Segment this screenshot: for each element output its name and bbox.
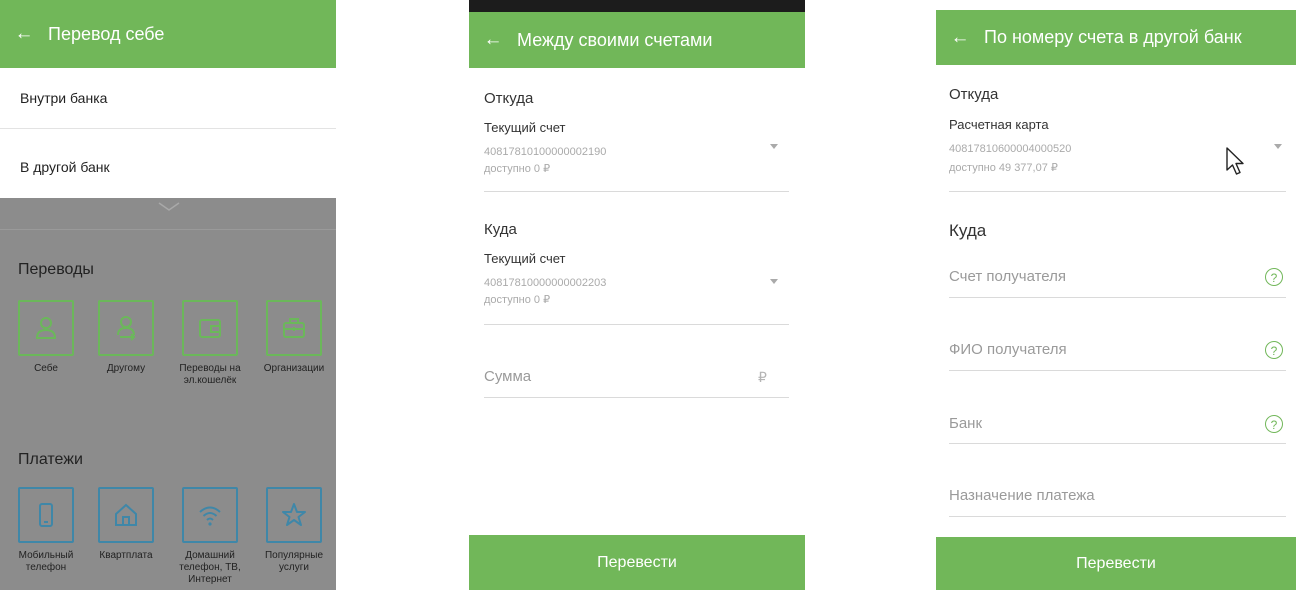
transfer-button-label: Перевести [1076, 554, 1156, 572]
tile-popular-services[interactable] [266, 487, 322, 543]
field-underline [949, 443, 1286, 444]
back-arrow-icon[interactable]: ← [0, 23, 48, 45]
bank-placeholder: Банк [949, 415, 983, 432]
back-arrow-icon[interactable]: ← [469, 29, 517, 51]
tile-label: Мобильный телефон [18, 550, 74, 573]
payment-purpose-placeholder: Назначение платежа [949, 487, 1095, 504]
from-account-select[interactable]: Текущий счет 40817810100000002190 доступ… [469, 114, 789, 192]
page-title: Перевод себе [48, 23, 165, 44]
amount-field[interactable]: Сумма ₽ [469, 360, 789, 396]
wifi-icon [199, 506, 221, 526]
field-underline [949, 370, 1286, 371]
chevron-down-icon[interactable] [770, 279, 778, 284]
person-transfer-icon [117, 316, 136, 341]
recipient-name-placeholder: ФИО получателя [949, 341, 1067, 358]
app-bar: ← Между своими счетами [469, 12, 805, 68]
payment-purpose-field[interactable]: Назначение платежа [936, 481, 1286, 515]
recipient-account-placeholder: Счет получателя [949, 268, 1066, 285]
tile-to-self[interactable] [18, 300, 74, 356]
bank-field[interactable]: Банк ? [936, 409, 1286, 443]
currency-symbol: ₽ [758, 369, 767, 385]
screen-other-bank-by-account: ← По номеру счета в другой банк Откуда Р… [936, 0, 1296, 590]
tile-label: Организации [263, 363, 325, 374]
page-title: По номеру счета в другой банк [984, 27, 1242, 47]
home-icon [115, 503, 137, 526]
account-type: Расчетная карта [949, 117, 1049, 132]
app-bar: ← Перевод себе [0, 0, 336, 68]
amount-placeholder: Сумма [484, 368, 532, 385]
account-number: 40817810000000002203 [484, 277, 607, 289]
to-account-select[interactable]: Текущий счет 40817810000000002203 доступ… [469, 245, 789, 323]
page-title: Между своими счетами [517, 29, 713, 50]
tile-label: Другому [106, 363, 146, 374]
chevron-down-icon [158, 202, 180, 211]
available-balance: доступно 0 ₽ [484, 163, 551, 175]
tile-label: Переводы на эл.кошелёк [179, 363, 241, 386]
tile-e-wallet[interactable] [182, 300, 238, 356]
briefcase-icon [283, 318, 305, 338]
mouse-cursor-icon [1226, 147, 1244, 175]
to-label: Куда [949, 221, 987, 240]
section-title-payments: Платежи [18, 451, 83, 468]
field-underline [949, 516, 1286, 517]
account-number: 40817810100000002190 [484, 146, 607, 158]
account-type: Текущий счет [484, 251, 566, 266]
menu-item-other-bank[interactable]: В другой банк [0, 136, 336, 198]
wallet-icon [199, 319, 221, 338]
tile-utilities[interactable] [98, 487, 154, 543]
back-arrow-icon[interactable]: ← [936, 27, 984, 49]
tile-label: Популярные услуги [264, 550, 324, 573]
menu-item-within-bank[interactable]: Внутри банка [0, 68, 336, 128]
menu-item-label: Внутри банка [20, 90, 108, 106]
recipient-account-field[interactable]: Счет получателя ? [936, 262, 1286, 296]
account-type: Текущий счет [484, 120, 566, 135]
from-label: Откуда [484, 90, 534, 107]
menu-item-label: В другой банк [20, 159, 110, 175]
account-number: 40817810600004000520 [949, 143, 1072, 155]
field-underline [949, 297, 1286, 298]
divider [0, 128, 336, 129]
transfer-button[interactable]: Перевести [936, 537, 1296, 590]
section-title-transfers: Переводы [18, 261, 94, 278]
transfer-button[interactable]: Перевести [469, 535, 805, 590]
help-icon[interactable]: ? [1265, 268, 1283, 286]
available-balance: доступно 49 377,07 ₽ [949, 162, 1058, 174]
app-bar: ← По номеру счета в другой банк [936, 10, 1296, 65]
chevron-down-icon[interactable] [770, 144, 778, 149]
dim-overlay[interactable]: Переводы Себе Другому Переводы на эл.кош… [0, 198, 336, 590]
divider [0, 229, 336, 230]
field-underline [484, 324, 789, 325]
field-underline [484, 397, 789, 398]
tile-organizations[interactable] [266, 300, 322, 356]
tile-home-internet[interactable] [182, 487, 238, 543]
screen-transfer-to-self: ← Перевод себе Внутри банка В другой бан… [0, 0, 336, 590]
recipient-name-field[interactable]: ФИО получателя ? [936, 335, 1286, 369]
tile-label: Квартплата [99, 550, 153, 561]
field-underline [484, 191, 789, 192]
person-icon [35, 317, 57, 339]
star-icon [282, 503, 306, 526]
field-underline [949, 191, 1286, 192]
screen-between-own-accounts: ← Между своими счетами Откуда Текущий сч… [469, 0, 805, 590]
to-label: Куда [484, 221, 517, 238]
tile-mobile-phone[interactable] [18, 487, 74, 543]
chevron-down-icon[interactable] [1274, 144, 1282, 149]
available-balance: доступно 0 ₽ [484, 294, 551, 306]
phone-icon [39, 503, 53, 527]
tile-label: Себе [34, 363, 58, 374]
help-icon[interactable]: ? [1265, 341, 1283, 359]
tile-to-other[interactable] [98, 300, 154, 356]
tile-label: Домашний телефон, ТВ, Интернет [179, 550, 241, 585]
from-label: Откуда [949, 86, 999, 103]
help-icon[interactable]: ? [1265, 415, 1283, 433]
status-bar [469, 0, 805, 12]
transfer-button-label: Перевести [597, 553, 677, 571]
